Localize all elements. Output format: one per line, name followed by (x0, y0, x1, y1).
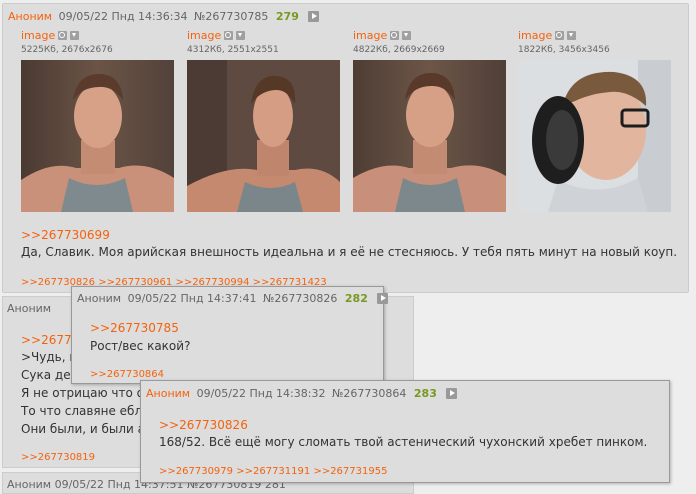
backref-link[interactable]: >>267731955 (313, 466, 387, 477)
post-message: Рост/вес какой? (90, 339, 191, 353)
image-meta: 4312Кб, 2551x2551 (187, 45, 279, 55)
backref-link[interactable]: >>267730979 (159, 466, 233, 477)
reply-link[interactable]: >>267730699 (21, 228, 110, 242)
post-menu-arrow-icon[interactable] (446, 388, 458, 399)
reply-popup-1[interactable]: Аноним 09/05/22 Пнд 14:37:41 №267730826 … (71, 286, 389, 384)
download-icon[interactable] (70, 31, 80, 40)
search-icon[interactable] (224, 31, 234, 40)
image-link[interactable]: image (353, 29, 387, 42)
backref-link[interactable]: >>267730864 (90, 369, 164, 380)
download-icon[interactable] (236, 31, 246, 40)
image-thumbnail[interactable] (518, 60, 671, 212)
message-line: Они были, и были а (21, 422, 146, 436)
post-count: 279 (275, 10, 299, 23)
poster-name: Аноним (7, 302, 52, 315)
image-thumbnail[interactable] (21, 60, 174, 212)
image-meta: 4822Кб, 2669x2669 (353, 45, 445, 55)
image-thumbnail[interactable] (187, 60, 340, 212)
post-header: Аноним 09/05/22 Пнд 14:36:34 №267730785 … (8, 10, 320, 23)
backref-link[interactable]: >>267731191 (236, 466, 310, 477)
image-thumbnail[interactable] (353, 60, 506, 212)
backref-link[interactable]: >>267730819 (21, 452, 95, 463)
search-icon[interactable] (390, 31, 400, 40)
message-line: Я не отрицаю что он (21, 386, 152, 400)
search-icon[interactable] (58, 31, 68, 40)
download-icon[interactable] (402, 31, 412, 40)
message-line: То что славяне ебли (21, 404, 150, 418)
poster-name: Аноним (77, 292, 122, 305)
post-message: Да, Славик. Моя арийская внешность идеал… (21, 245, 678, 259)
image-block-1: image 5225Кб, 2676x2676 (21, 30, 174, 212)
post-replies: >>267730979 >>267731191 >>267731955 (159, 466, 387, 477)
post-date: 09/05/22 Пнд 14:38:32 (196, 387, 326, 400)
post-menu-arrow-icon[interactable] (308, 11, 320, 22)
image-block-3: image 4822Кб, 2669x2669 (353, 30, 506, 212)
image-block-2: image 4312Кб, 2551x2551 (187, 30, 340, 212)
main-post: Аноним 09/05/22 Пнд 14:36:34 №267730785 … (2, 3, 689, 293)
image-link[interactable]: image (187, 29, 221, 42)
reply-link[interactable]: >>267730785 (90, 321, 179, 335)
poster-name: Аноним (8, 10, 53, 23)
post-count: 282 (344, 292, 368, 305)
image-link[interactable]: image (518, 29, 552, 42)
post-message: 168/52. Всё ещё могу сломать твой астени… (159, 435, 648, 449)
post-date: 09/05/22 Пнд 14:36:34 (58, 10, 188, 23)
message-line: Сука деб (21, 368, 78, 382)
reply-link[interactable]: >>267730826 (159, 418, 248, 432)
download-icon[interactable] (567, 31, 577, 40)
search-icon[interactable] (555, 31, 565, 40)
post-date: 09/05/22 Пнд 14:37:41 (127, 292, 257, 305)
poster-name: Аноним (146, 387, 191, 400)
post-number[interactable]: №267730864 (332, 387, 406, 400)
image-link[interactable]: image (21, 29, 55, 42)
post-menu-arrow-icon[interactable] (377, 293, 389, 304)
post-number[interactable]: №267730785 (194, 10, 268, 23)
post-count: 283 (413, 387, 437, 400)
image-block-4: image 1822Кб, 3456x3456 (518, 30, 671, 212)
image-meta: 1822Кб, 3456x3456 (518, 45, 610, 55)
post-number[interactable]: №267730826 (263, 292, 337, 305)
image-meta: 5225Кб, 2676x2676 (21, 45, 113, 55)
greentext-line: >Чудь, в (21, 350, 77, 364)
reply-popup-2[interactable]: Аноним 09/05/22 Пнд 14:38:32 №267730864 … (140, 380, 670, 483)
